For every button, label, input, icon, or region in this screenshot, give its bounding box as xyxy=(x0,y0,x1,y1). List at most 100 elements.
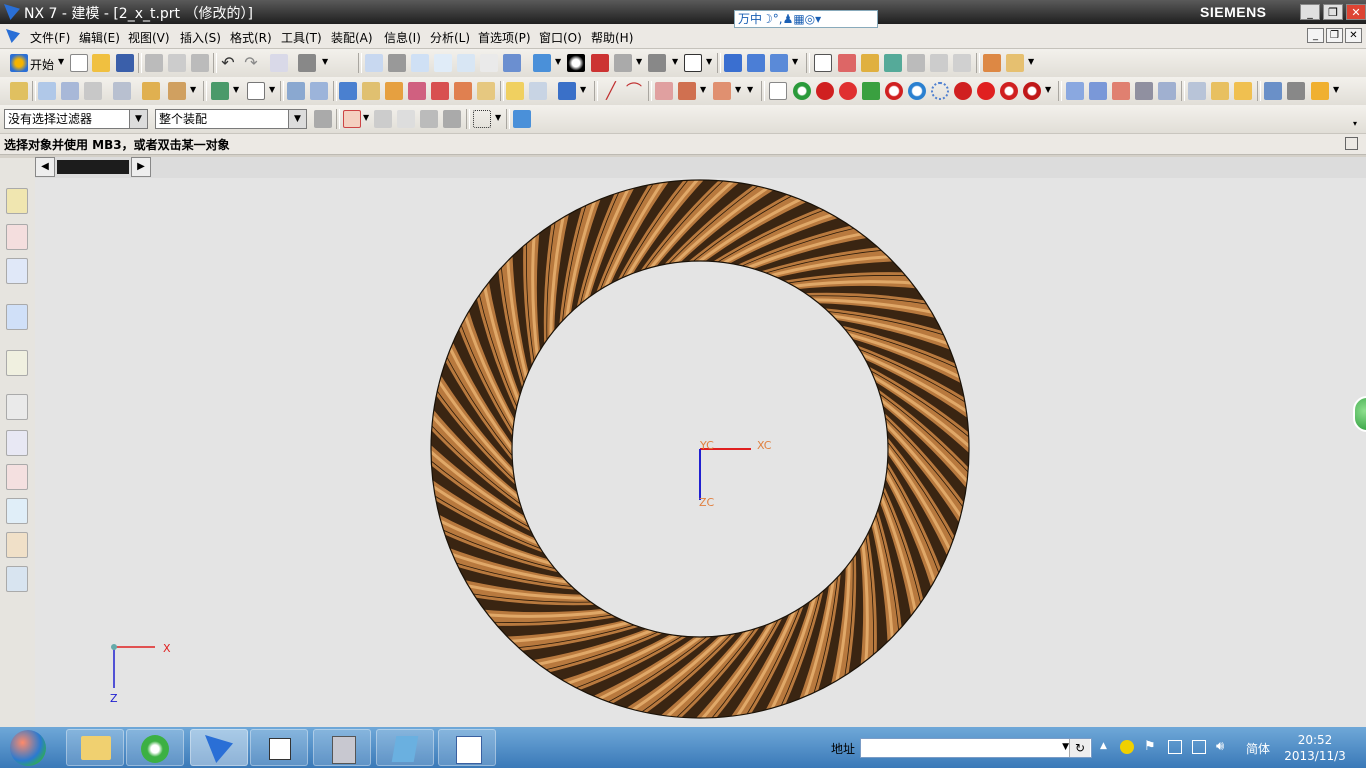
select-face-icon[interactable] xyxy=(397,110,415,128)
zoom-window-icon[interactable] xyxy=(388,54,406,72)
chevron-down-icon[interactable]: ▼ xyxy=(129,110,147,128)
copy-layer-icon[interactable] xyxy=(84,82,102,100)
open-folder-icon[interactable] xyxy=(92,54,110,72)
sweep-icon[interactable] xyxy=(385,82,403,100)
rectangle-select-icon[interactable] xyxy=(473,110,491,128)
datum-icon[interactable] xyxy=(168,82,186,100)
ring-red-icon[interactable] xyxy=(885,82,903,100)
shell-icon[interactable] xyxy=(558,82,576,100)
select-icon[interactable] xyxy=(814,54,832,72)
menu-preferences[interactable]: 首选项(P) xyxy=(478,29,531,46)
start-dropdown-icon[interactable]: ▼ xyxy=(58,57,64,66)
assembly-navigator-tab-icon[interactable] xyxy=(6,188,28,214)
measure-distance-icon[interactable] xyxy=(983,54,1001,72)
start-button-label[interactable]: 开始 xyxy=(30,56,54,73)
chamfer-icon[interactable] xyxy=(678,82,696,100)
mdi-minimize-button[interactable]: _ xyxy=(1307,28,1324,43)
background-icon[interactable] xyxy=(648,54,666,72)
offset-icon[interactable] xyxy=(1188,82,1206,100)
document-tab[interactable] xyxy=(57,160,129,174)
snap-intersection-icon[interactable] xyxy=(930,54,948,72)
restore-button[interactable]: ❐ xyxy=(1323,4,1343,20)
system-clock[interactable]: 20:52 2013/11/3 xyxy=(1280,732,1350,764)
volume-icon[interactable]: 🔊︎ xyxy=(1216,740,1230,754)
hole-icon[interactable] xyxy=(408,82,426,100)
rotate-icon[interactable] xyxy=(457,54,475,72)
snap-settings-icon[interactable] xyxy=(343,110,361,128)
network-add-icon[interactable] xyxy=(1120,740,1134,754)
select-body-icon[interactable] xyxy=(420,110,438,128)
manufacturing-wizard-tab-icon[interactable] xyxy=(6,498,28,524)
subtract-icon[interactable] xyxy=(529,82,547,100)
menu-window[interactable]: 窗口(O) xyxy=(539,29,582,46)
analysis-dropdown-icon[interactable]: ▼ xyxy=(1333,85,1339,94)
arc-icon[interactable]: ⌒ xyxy=(625,82,643,100)
wcs-dynamic-icon[interactable] xyxy=(724,54,742,72)
add-component-icon[interactable] xyxy=(211,82,229,100)
helical-gear-icon[interactable] xyxy=(839,82,857,100)
layer-icon[interactable] xyxy=(38,82,56,100)
feature-dropdown-icon[interactable]: ▼ xyxy=(747,85,753,94)
through-curves-icon[interactable] xyxy=(1089,82,1107,100)
edit-parameter-icon[interactable] xyxy=(1287,82,1305,100)
menu-analysis[interactable]: 分析(L) xyxy=(430,29,470,46)
surface-icon[interactable] xyxy=(1066,82,1084,100)
wcs-rotate-icon[interactable] xyxy=(770,54,788,72)
constraint-navigator-tab-icon[interactable] xyxy=(6,224,28,250)
close-button[interactable]: ✕ xyxy=(1346,4,1366,20)
ring-green-icon[interactable] xyxy=(793,82,811,100)
minimize-button[interactable]: _ xyxy=(1300,4,1320,20)
revolve-icon[interactable] xyxy=(362,82,380,100)
taskbar-notebook-button[interactable] xyxy=(376,729,434,766)
ring-blue-icon[interactable] xyxy=(908,82,926,100)
analysis-icon[interactable] xyxy=(1311,82,1329,100)
menu-tools[interactable]: 工具(T) xyxy=(281,29,322,46)
wcs-origin-icon[interactable] xyxy=(747,54,765,72)
zoom-icon[interactable] xyxy=(411,54,429,72)
taskbar-wordpad-button[interactable] xyxy=(438,729,496,766)
taskbar-explorer-button[interactable] xyxy=(66,729,124,766)
snap-center-icon[interactable] xyxy=(953,54,971,72)
menu-view[interactable]: 视图(V) xyxy=(128,29,170,46)
bearing-icon[interactable] xyxy=(931,82,949,100)
move-layer-icon[interactable] xyxy=(61,82,79,100)
taskbar-browser-button[interactable] xyxy=(126,729,184,766)
show-all-icon[interactable] xyxy=(513,110,531,128)
system-scenes-tab-icon[interactable] xyxy=(6,566,28,592)
pan-icon[interactable] xyxy=(480,54,498,72)
mesh-icon[interactable] xyxy=(1112,82,1130,100)
gear-red-icon[interactable] xyxy=(816,82,834,100)
edge-blend-icon[interactable] xyxy=(655,82,673,100)
snap-dropdown-icon[interactable]: ▼ xyxy=(363,113,369,122)
redo-icon[interactable]: ↷ xyxy=(242,54,260,72)
snap-endpoint-icon[interactable] xyxy=(861,54,879,72)
copy-icon[interactable] xyxy=(168,54,186,72)
gears-dropdown-icon[interactable]: ▼ xyxy=(1045,85,1051,94)
battery-icon[interactable] xyxy=(1168,740,1182,754)
oring-icon[interactable] xyxy=(1000,82,1018,100)
taskbar-nx-button[interactable] xyxy=(190,729,248,766)
sprocket-icon[interactable] xyxy=(954,82,972,100)
doc-icon[interactable] xyxy=(6,29,20,43)
shell-dropdown-icon[interactable]: ▼ xyxy=(580,85,586,94)
rectangle-select-dropdown-icon[interactable]: ▼ xyxy=(495,113,501,122)
chevron-down-icon[interactable]: ▼ xyxy=(288,110,306,128)
history-tab-icon[interactable] xyxy=(6,394,28,420)
paste-icon[interactable] xyxy=(191,54,209,72)
datum-dropdown-icon[interactable]: ▼ xyxy=(190,85,196,94)
menu-information[interactable]: 信息(I) xyxy=(384,29,421,46)
process-studio-tab-icon[interactable] xyxy=(6,464,28,490)
flag-icon[interactable]: ⚑ xyxy=(1144,740,1158,754)
toolbar-dropdown-icon[interactable]: ▼ xyxy=(322,57,328,66)
zoom-in-out-icon[interactable] xyxy=(434,54,452,72)
orient-view-dropdown-icon[interactable]: ▼ xyxy=(555,57,561,66)
synchronous-icon[interactable] xyxy=(1264,82,1282,100)
system-materials-tab-icon[interactable] xyxy=(6,430,28,456)
taskbar-calculator-button[interactable] xyxy=(313,729,371,766)
chevron-down-icon[interactable]: ▼ xyxy=(1062,742,1069,752)
perspective-icon[interactable] xyxy=(503,54,521,72)
measure-dropdown-icon[interactable]: ▼ xyxy=(1028,57,1034,66)
render-style-icon[interactable] xyxy=(567,54,585,72)
language-indicator[interactable]: 简体 xyxy=(1246,740,1270,757)
white-background-icon[interactable] xyxy=(684,54,702,72)
